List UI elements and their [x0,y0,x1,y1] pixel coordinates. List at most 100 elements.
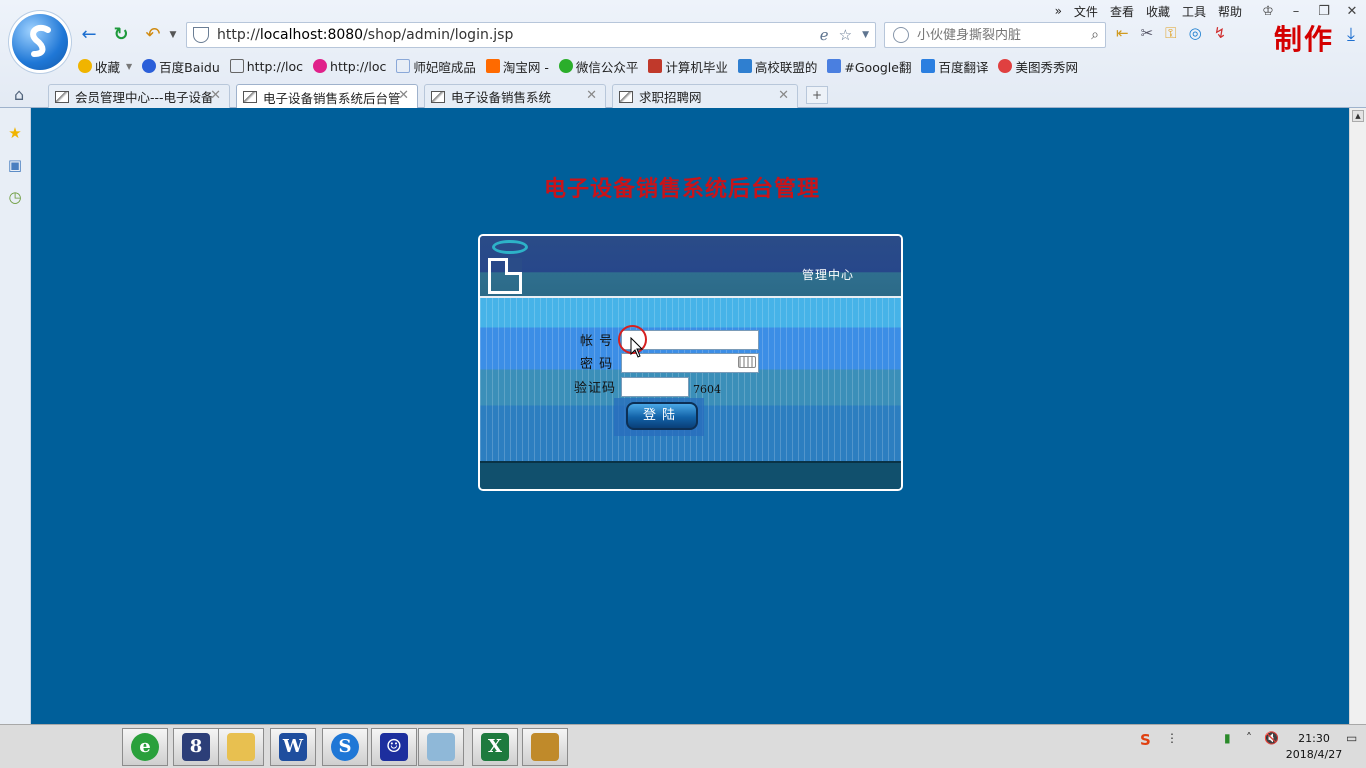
download-icon[interactable]: ⤓ [1340,24,1362,46]
translate-extension-icon[interactable]: ↯ [1214,24,1227,42]
baidu-paw-icon [142,59,157,73]
ie-mode-icon[interactable]: ℯ [820,26,829,44]
baidu-translate-icon [921,59,936,73]
close-icon[interactable]: ✕ [778,88,789,103]
taskbar-app-sogou[interactable]: S [322,728,368,766]
ie-icon: e [131,733,159,761]
bookmark-item[interactable]: 收藏 ▼ [78,57,132,76]
history-clock-icon[interactable]: ◷ [6,188,24,206]
bookmark-item[interactable]: 百度翻译 [921,57,988,76]
address-bar[interactable]: http://localhost:8080/shop/admin/login.j… [186,22,876,48]
folder-icon [227,733,255,761]
bookmark-item[interactable]: 淘宝网 - [485,57,549,76]
menu-view[interactable]: 查看 [1110,3,1134,20]
bookmark-item[interactable]: 师妃暄成品 [396,57,476,76]
keyboard-icon[interactable] [738,356,756,368]
refresh-icon[interactable]: ↻ [110,24,132,46]
close-icon[interactable]: ✕ [586,88,597,103]
bookmark-item[interactable]: 高校联盟的 [737,57,817,76]
taskbar-app-eclipse[interactable]: 8 [173,728,219,766]
search-input[interactable] [917,27,1077,43]
close-icon[interactable]: ✕ [210,88,221,103]
undo-dropdown-icon[interactable]: ▼ [162,24,184,46]
vertical-scrollbar[interactable]: ▲ [1349,108,1366,724]
bookmark-item[interactable]: 百度Baidu [142,57,220,76]
close-button[interactable]: ✕ [1338,4,1366,19]
taskbar-app-explorer[interactable] [218,728,264,766]
tab-member-center[interactable]: 会员管理中心---电子设备 ✕ [48,84,230,108]
search-box[interactable]: ⌕ [884,22,1106,48]
show-desktop-icon[interactable]: ▭ [1346,731,1357,745]
tab-job-site[interactable]: 求职招聘网 ✕ [612,84,798,108]
menu-tools[interactable]: 工具 [1182,3,1206,20]
taskbar-app-word[interactable]: W [270,728,316,766]
bookmark-item[interactable]: http://loc [313,59,386,74]
tab-admin-login[interactable]: 电子设备销售系统后台管 ✕ [236,84,418,109]
menu-help[interactable]: 帮助 [1218,3,1242,20]
bookmark-item[interactable]: 美图秀秀网 [998,57,1078,76]
bookmark-item[interactable]: 计算机毕业 [648,57,728,76]
excel-icon: X [481,733,509,761]
bookmarks-bar: 收藏 ▼ 百度Baidu http://loc http://loc 师妃暄成品 … [78,56,1088,76]
battery-icon[interactable]: ▮ [1224,731,1231,745]
login-panel-footer [480,461,901,489]
menu-file[interactable]: 文件 [1074,3,1098,20]
skin-icon[interactable]: ♔ [1254,4,1282,19]
taskbar-app-excel[interactable]: X [472,728,518,766]
management-center-label: 管理中心 [802,268,855,282]
search-icon[interactable]: ⌕ [1091,27,1099,43]
eclipse-icon: 8 [182,733,210,761]
star-favorite-icon[interactable]: ☆ [839,26,852,44]
sogou-logo-icon[interactable] [12,14,68,70]
back-arrow-icon[interactable]: ← [78,24,100,46]
scroll-up-icon[interactable]: ▲ [1352,110,1364,122]
volume-muted-icon[interactable]: 🔇 [1264,731,1279,745]
taskbar-app-notepad[interactable] [418,728,464,766]
page-icon [243,91,257,103]
exit-icon[interactable]: ⇤ [1116,24,1129,42]
address-url[interactable]: http://localhost:8080/shop/admin/login.j… [217,27,513,43]
system-clock[interactable]: 21:30 2018/4/27 [1284,731,1344,763]
login-panel-header: 管理中心 [480,236,901,298]
home-icon[interactable]: ⌂ [14,85,24,104]
google-translate-icon [827,59,842,73]
menu-favorites[interactable]: 收藏 [1146,3,1170,20]
bookmark-item[interactable]: http://loc [229,59,303,74]
show-hidden-icons-icon[interactable]: ˄ [1246,731,1252,745]
close-icon[interactable]: ✕ [398,88,409,103]
restore-button[interactable]: ❐ [1310,4,1338,19]
halo-icon [492,240,528,254]
bookmark-item[interactable]: #Google翻 [827,57,911,76]
new-tab-button[interactable]: + [806,86,828,104]
taskbar-app-ie[interactable]: e [122,728,168,766]
ime-settings-icon[interactable]: ⋮ [1166,731,1178,745]
taskbar: e 8 W S ☺ X S ⋮ ▮ ˄ 🔇 21:30 2018/4/27 ▭ [0,724,1366,768]
address-dropdown-icon[interactable]: ▼ [862,26,869,44]
clock-date: 2018/4/27 [1285,748,1343,761]
scissors-icon[interactable]: ✂ [1141,24,1154,42]
undo-icon[interactable]: ↶ [142,24,164,46]
winrar-icon [531,733,559,761]
captcha-input[interactable] [621,377,689,397]
menu-more-icon[interactable]: » [1055,4,1062,18]
login-button[interactable]: 登陆 [626,402,698,430]
chevron-down-icon[interactable]: ▼ [126,62,132,71]
tab-strip: ⌂ 会员管理中心---电子设备 ✕ 电子设备销售系统后台管 ✕ 电子设备销售系统… [0,82,1366,109]
site-icon [313,59,328,73]
bookmark-item[interactable]: 微信公众平 [558,57,638,76]
key-icon[interactable]: ⚿ [1165,24,1176,42]
tab-sales-system[interactable]: 电子设备销售系统 ✕ [424,84,606,108]
brand-watermark: 制作 [1273,23,1334,56]
minimize-button[interactable]: – [1282,4,1310,19]
taskbar-app-portrait[interactable]: ☺ [371,728,417,766]
taskbar-app-winrar[interactable] [522,728,568,766]
sogou-ime-icon[interactable]: S [1140,731,1151,749]
search-engine-icon[interactable] [893,27,909,43]
captcha-label: 验证码 [574,381,617,396]
mouse-pointer-icon [630,337,644,358]
favorites-star-icon[interactable]: ★ [6,124,24,142]
reading-icon[interactable]: ▣ [6,156,24,174]
clock-time: 21:30 [1298,732,1330,745]
page-icon [55,90,69,103]
magnifier-extension-icon[interactable]: ◎ [1189,24,1202,42]
